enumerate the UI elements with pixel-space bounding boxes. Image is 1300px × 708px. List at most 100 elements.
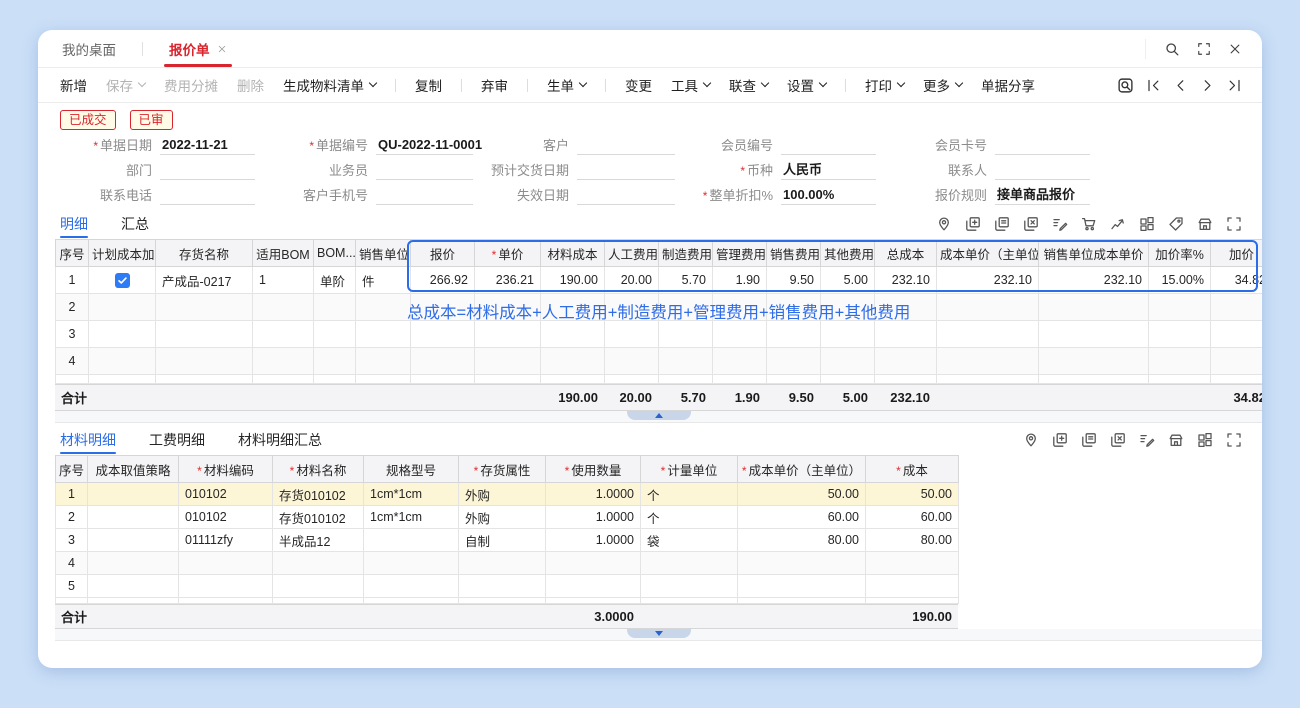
field-value[interactable] bbox=[160, 185, 255, 205]
section-tab[interactable]: 材料明细 bbox=[60, 425, 116, 455]
cell[interactable] bbox=[88, 529, 179, 552]
column-header[interactable]: *计量单位 bbox=[641, 456, 738, 483]
row-index[interactable]: 5 bbox=[56, 575, 88, 598]
field-value[interactable] bbox=[577, 185, 675, 205]
location-icon[interactable] bbox=[1023, 432, 1039, 448]
field-value[interactable] bbox=[995, 160, 1090, 180]
cell[interactable]: 236.21 bbox=[475, 267, 541, 294]
cell[interactable]: 5.70 bbox=[659, 267, 713, 294]
cell[interactable] bbox=[253, 348, 314, 375]
field-value[interactable] bbox=[577, 135, 675, 155]
field-value[interactable] bbox=[995, 135, 1090, 155]
cell[interactable]: 232.10 bbox=[1039, 267, 1149, 294]
cell[interactable]: 80.00 bbox=[866, 529, 959, 552]
cell[interactable] bbox=[605, 348, 659, 375]
cell[interactable]: 1.90 bbox=[713, 267, 767, 294]
column-header[interactable]: 销售单位成本单价 bbox=[1039, 240, 1149, 267]
cell[interactable] bbox=[88, 552, 179, 575]
search-doc-icon[interactable] bbox=[1117, 77, 1134, 94]
cell[interactable]: 34.82 bbox=[1211, 267, 1263, 294]
cell[interactable]: 半成品12 bbox=[273, 529, 364, 552]
cell[interactable]: 50.00 bbox=[738, 483, 866, 506]
column-header[interactable]: *存货属性 bbox=[459, 456, 546, 483]
field-value[interactable]: QU-2022-11-0001 bbox=[376, 135, 473, 155]
cell[interactable]: 50.00 bbox=[866, 483, 959, 506]
cell[interactable] bbox=[364, 529, 459, 552]
cell[interactable] bbox=[179, 552, 273, 575]
column-header[interactable]: *成本单价（主单位） bbox=[738, 456, 866, 483]
cell[interactable] bbox=[738, 552, 866, 575]
cell[interactable] bbox=[88, 575, 179, 598]
cell[interactable] bbox=[411, 348, 475, 375]
nav-first-icon[interactable] bbox=[1146, 78, 1161, 93]
cell[interactable] bbox=[356, 321, 411, 348]
blocks-icon[interactable] bbox=[1139, 216, 1155, 232]
field-value[interactable] bbox=[781, 135, 876, 155]
column-header[interactable]: 报价 bbox=[411, 240, 475, 267]
cell[interactable] bbox=[1211, 348, 1263, 375]
toolbar-button[interactable]: 设置 bbox=[787, 75, 826, 95]
edit-icon[interactable] bbox=[1052, 216, 1068, 232]
cell[interactable]: 产成品-0217 bbox=[156, 267, 253, 294]
plan-cost-markup-checkbox[interactable] bbox=[115, 273, 130, 288]
field-value[interactable]: 接单商品报价 bbox=[995, 185, 1090, 205]
cell[interactable] bbox=[1039, 348, 1149, 375]
column-header[interactable]: BOM... bbox=[314, 240, 356, 267]
collapse-handle[interactable] bbox=[627, 629, 691, 638]
field-value[interactable] bbox=[160, 160, 255, 180]
cell[interactable]: 件 bbox=[356, 267, 411, 294]
toolbar-button[interactable]: 更多 bbox=[923, 75, 962, 95]
cell[interactable] bbox=[546, 575, 641, 598]
cell[interactable]: 1.0000 bbox=[546, 529, 641, 552]
cell[interactable] bbox=[88, 506, 179, 529]
cell[interactable]: 1.0000 bbox=[546, 483, 641, 506]
cell[interactable] bbox=[475, 321, 541, 348]
nav-last-icon[interactable] bbox=[1227, 78, 1242, 93]
field-value[interactable]: 2022-11-21 bbox=[160, 135, 255, 155]
collapse-handle[interactable] bbox=[627, 411, 691, 420]
tag-icon[interactable] bbox=[1168, 216, 1184, 232]
cell[interactable] bbox=[713, 348, 767, 375]
nav-next-icon[interactable] bbox=[1200, 78, 1215, 93]
window-tab[interactable]: 报价单 bbox=[167, 30, 229, 67]
toolbar-button[interactable]: 打印 bbox=[865, 75, 904, 95]
cell[interactable] bbox=[821, 348, 875, 375]
close-icon[interactable] bbox=[1228, 42, 1242, 56]
field-value[interactable]: 100.00% bbox=[781, 185, 876, 205]
cell[interactable] bbox=[88, 483, 179, 506]
cell[interactable] bbox=[356, 348, 411, 375]
cell[interactable] bbox=[459, 552, 546, 575]
column-header[interactable]: 销售费用 bbox=[767, 240, 821, 267]
row-index[interactable]: 2 bbox=[56, 506, 88, 529]
cell[interactable] bbox=[546, 552, 641, 575]
cell[interactable]: 个 bbox=[641, 506, 738, 529]
column-header[interactable]: 材料成本 bbox=[541, 240, 605, 267]
cell[interactable] bbox=[356, 294, 411, 321]
column-header[interactable]: 加价 bbox=[1211, 240, 1263, 267]
row-index[interactable]: 1 bbox=[56, 483, 88, 506]
column-header[interactable]: 加价率% bbox=[1149, 240, 1211, 267]
nav-prev-icon[interactable] bbox=[1173, 78, 1188, 93]
cell[interactable] bbox=[937, 348, 1039, 375]
cell[interactable]: 010102 bbox=[179, 506, 273, 529]
cell[interactable] bbox=[1149, 348, 1211, 375]
column-header[interactable]: 制造费用 bbox=[659, 240, 713, 267]
doc-copy-icon[interactable] bbox=[994, 216, 1010, 232]
cell[interactable] bbox=[866, 575, 959, 598]
cell[interactable] bbox=[738, 575, 866, 598]
field-value[interactable] bbox=[577, 160, 675, 180]
section-tab[interactable]: 材料明细汇总 bbox=[238, 425, 322, 455]
cell[interactable]: 外购 bbox=[459, 483, 546, 506]
cell[interactable]: 袋 bbox=[641, 529, 738, 552]
section-tab[interactable]: 工费明细 bbox=[149, 425, 205, 455]
cell[interactable] bbox=[541, 348, 605, 375]
cell[interactable]: 1.0000 bbox=[546, 506, 641, 529]
cell[interactable]: 232.10 bbox=[937, 267, 1039, 294]
doc-copy-icon[interactable] bbox=[1081, 432, 1097, 448]
column-header[interactable]: 成本取值策略 bbox=[88, 456, 179, 483]
column-header[interactable]: 成本单价（主单位） bbox=[937, 240, 1039, 267]
row-index[interactable]: 4 bbox=[56, 348, 89, 375]
cell[interactable] bbox=[179, 575, 273, 598]
cell[interactable] bbox=[937, 294, 1039, 321]
toolbar-button[interactable]: 弃审 bbox=[481, 75, 508, 95]
